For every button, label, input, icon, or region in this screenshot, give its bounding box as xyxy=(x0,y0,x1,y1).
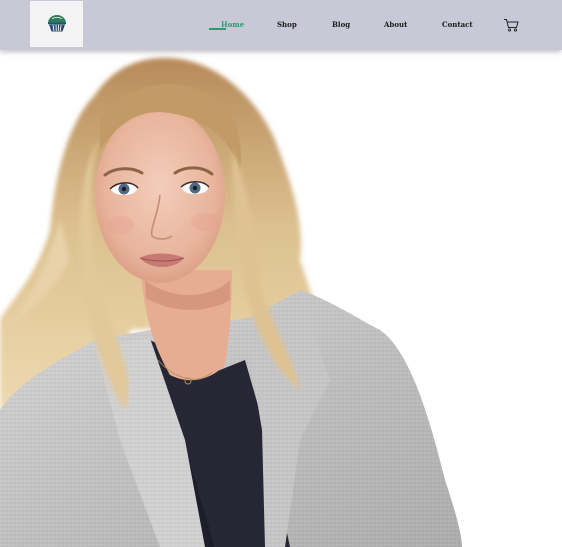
nav-about-link[interactable]: About xyxy=(384,20,407,29)
main-nav: Home Shop Blog About Contact xyxy=(0,0,562,50)
nav-blog-link[interactable]: Blog xyxy=(332,20,350,29)
hero-section xyxy=(0,50,562,547)
page: Home Shop Blog About Contact xyxy=(0,0,562,547)
site-header: Home Shop Blog About Contact xyxy=(0,0,562,50)
shopping-cart-icon[interactable] xyxy=(503,17,519,32)
hero-model-image xyxy=(0,57,462,547)
nav-shop-link[interactable]: Shop xyxy=(277,20,297,29)
active-nav-underline xyxy=(209,28,226,30)
nav-contact-link[interactable]: Contact xyxy=(442,20,473,29)
